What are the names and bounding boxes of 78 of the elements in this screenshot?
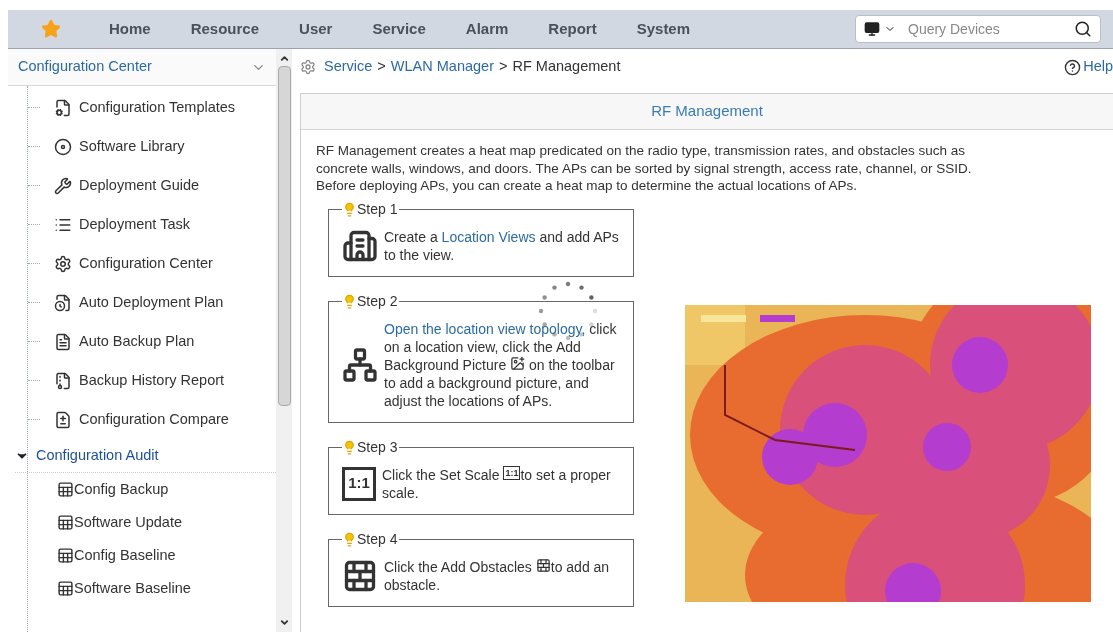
lightbulb-icon [342, 201, 357, 217]
step-text: Create a Location Views and add APs to the view. [384, 227, 620, 264]
table-gear-icon [57, 547, 74, 564]
breadcrumb-separator: > [499, 57, 508, 77]
brick-wall-icon [535, 557, 551, 573]
step-title: Step 3 [357, 437, 398, 457]
panel-title: RF Management [651, 101, 763, 122]
breadcrumb-link[interactable]: Service [324, 56, 373, 78]
favorites-star-icon[interactable] [41, 19, 61, 39]
sidebar-item[interactable]: Configuration Compare [79, 408, 229, 431]
nav-tab[interactable]: System [636, 17, 691, 41]
nav-tab[interactable]: Alarm [465, 17, 509, 41]
sidebar-item[interactable]: Config Backup [74, 478, 169, 501]
sidebar-item[interactable]: Configuration Center [79, 252, 213, 275]
legend-bar [760, 314, 795, 322]
sidebar-item[interactable]: Software Library [79, 135, 185, 158]
breadcrumb-link[interactable]: WLAN Manager [390, 56, 494, 78]
picture-icon [510, 355, 526, 371]
help-link[interactable]: Help [1083, 56, 1113, 78]
breadcrumb-separator: > [377, 57, 386, 77]
network-icon [342, 346, 378, 383]
search-field[interactable]: Query Devices [900, 18, 1070, 40]
wrench-icon [54, 176, 72, 195]
access-point-circle [952, 336, 1008, 393]
sidebar-item[interactable]: Software Update [74, 511, 182, 534]
access-point-circle [762, 428, 818, 485]
sidebar-header[interactable]: Configuration Center [8, 49, 276, 86]
scrollbar-thumb[interactable] [277, 66, 291, 406]
file-icon [54, 332, 72, 351]
file-gear-icon [54, 98, 72, 117]
sidebar-item[interactable]: Backup History Report [79, 369, 225, 392]
sidebar-item[interactable]: Auto Backup Plan [79, 330, 195, 353]
lightbulb-icon [342, 531, 357, 547]
table-gear-icon [57, 580, 74, 597]
access-point-circle [923, 422, 971, 471]
scroll-up-icon[interactable] [278, 53, 290, 64]
file-clock-icon [54, 293, 72, 312]
lightbulb-icon [342, 439, 357, 455]
nav-tab[interactable]: Report [548, 17, 597, 41]
step-text: Open the location view topology, click on a location view, click the Add Background Picture on the toolbar to add a background picture, and adjust the locations of APs. [384, 319, 618, 410]
sidebar-item[interactable]: Deployment Guide [79, 174, 200, 197]
lightbulb-icon [342, 293, 357, 309]
nav-tab[interactable]: Home [109, 17, 151, 41]
search-bar[interactable]: Query Devices [855, 15, 1101, 43]
access-point-circle [803, 402, 867, 467]
sidebar-item[interactable]: Auto Deployment Plan [79, 291, 224, 314]
breadcrumb-gear-icon [300, 59, 316, 75]
step-link[interactable]: Open the location view topology, [384, 320, 586, 337]
intro-paragraph: RF Management creates a heat map predicated on the radio type, transmission rates, and obstacles such as concrete walls, windows, and doors. The APs can be sorted by signal strength, access rate, channel, or SSID. Before deploying APs, you can create a heat map to determine the actual locations of APs. [315, 142, 973, 195]
sidebar-item[interactable]: Config Baseline [74, 544, 176, 567]
scroll-down-icon[interactable] [278, 617, 290, 628]
breadcrumb-current: RF Management [512, 57, 621, 77]
sidebar-item[interactable]: Software Baseline [74, 577, 191, 600]
sidebar-item[interactable]: Configuration Templates [79, 96, 236, 119]
nav-tab[interactable]: Resource [190, 17, 260, 41]
step-title: Step 2 [357, 291, 398, 311]
table-gear-icon [57, 481, 74, 498]
file-archive-icon [54, 371, 72, 390]
sidebar-title: Configuration Center [18, 57, 152, 77]
file-compare-icon [54, 410, 72, 429]
sidebar-item[interactable]: Deployment Task [79, 213, 190, 236]
scale-icon: 1:1 [503, 465, 521, 480]
sidebar-scrollbar[interactable] [276, 49, 292, 632]
step-link[interactable]: Location Views [441, 228, 536, 245]
step-title: Step 4 [357, 529, 398, 549]
step-title: Step 1 [357, 199, 398, 219]
legend-bar [701, 314, 746, 322]
nav-tab[interactable]: Service [372, 17, 426, 41]
scale-icon: 1:1 [342, 466, 376, 501]
nav-tab[interactable]: User [299, 17, 333, 41]
disc-icon [54, 137, 72, 156]
sidebar-group[interactable]: Configuration Audit [36, 444, 159, 467]
gear-icon [54, 254, 72, 273]
device-icon[interactable] [864, 21, 880, 37]
step-text: Click the Add Obstacles to add an obstacle. [384, 557, 611, 594]
table-gear-icon [57, 514, 74, 531]
help-icon[interactable] [1064, 58, 1082, 76]
search-icon[interactable] [1074, 20, 1092, 38]
